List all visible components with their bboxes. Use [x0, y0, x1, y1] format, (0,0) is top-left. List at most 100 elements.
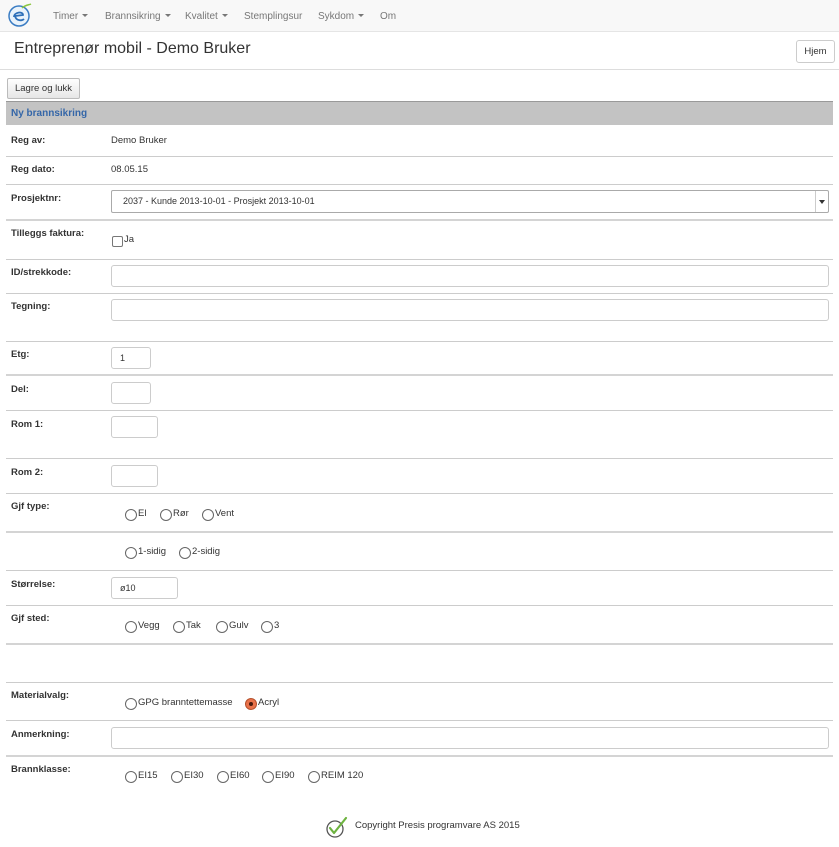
row-divider — [6, 493, 833, 494]
tegning-input[interactable] — [111, 299, 829, 321]
radio-button[interactable] — [262, 771, 274, 783]
page-title: Entreprenør mobil - Demo Bruker — [14, 40, 251, 57]
storrelse-input[interactable]: ø10 — [111, 577, 178, 599]
row-divider — [6, 570, 833, 571]
caret-down-icon — [164, 14, 171, 17]
etg-input[interactable]: 1 — [111, 347, 151, 369]
nav-label: Brannsikring — [105, 11, 161, 22]
sidig-option-1[interactable]: 1-sidig — [125, 546, 166, 560]
top-navbar: Timer Brannsikring Kvalitet Stemplingsur… — [0, 0, 839, 32]
section-header: Ny brannsikring — [6, 101, 833, 125]
gjf-type-option-ror[interactable]: Rør — [160, 508, 189, 522]
brannklasse-option-ei60[interactable]: EI60 — [217, 770, 250, 784]
radio-label: Tak — [186, 620, 201, 631]
row-divider — [6, 156, 833, 157]
brannklasse-option-ei90[interactable]: EI90 — [262, 770, 295, 784]
radio-button[interactable] — [308, 771, 320, 783]
gjf-sted-option-tak[interactable]: Tak — [173, 620, 201, 634]
prosjektnr-selected-value: 2037 - Kunde 2013-10-01 - Prosjekt 2013-… — [123, 196, 315, 206]
nav-om[interactable]: Om — [380, 11, 396, 22]
tilleggs-faktura-checkbox[interactable] — [112, 236, 123, 247]
radio-label: 1-sidig — [138, 546, 166, 557]
radio-button[interactable] — [160, 509, 172, 521]
radio-label: Gulv — [229, 620, 249, 631]
prosjektnr-select[interactable]: 2037 - Kunde 2013-10-01 - Prosjekt 2013-… — [111, 190, 829, 213]
radio-button[interactable] — [216, 621, 228, 633]
gjf-type-option-vent[interactable]: Vent — [202, 508, 234, 522]
caret-down-icon — [82, 14, 89, 17]
row-divider — [6, 219, 833, 221]
row-divider — [6, 184, 833, 185]
radio-label: EI30 — [184, 770, 204, 781]
gjf-sted-option-vegg[interactable]: Vegg — [125, 620, 160, 634]
dropdown-arrow-icon — [815, 191, 828, 212]
radio-button[interactable] — [171, 771, 183, 783]
radio-button[interactable] — [125, 698, 137, 710]
row-divider — [6, 259, 833, 260]
row-divider — [6, 682, 833, 683]
section-title: Ny brannsikring — [11, 108, 88, 119]
radio-label: Acryl — [258, 697, 280, 708]
reg-av-value: Demo Bruker — [111, 135, 167, 146]
radio-label: El — [138, 508, 147, 519]
nav-kvalitet[interactable]: Kvalitet — [185, 11, 228, 22]
materialvalg-label: Materialvalg: — [11, 690, 70, 701]
radio-label: REIM 120 — [321, 770, 364, 781]
home-button[interactable]: Hjem — [796, 40, 835, 63]
del-label: Del: — [11, 384, 29, 395]
gjf-type-label: Gjf type: — [11, 501, 50, 512]
radio-button[interactable] — [173, 621, 185, 633]
radio-button[interactable] — [217, 771, 229, 783]
gjf-sted-option-3[interactable]: 3 — [261, 620, 279, 634]
nav-brannsikring[interactable]: Brannsikring — [105, 11, 171, 22]
materialvalg-option-acryl[interactable]: Acryl — [245, 697, 279, 711]
checkmark-logo-icon — [326, 816, 348, 838]
sidig-option-2[interactable]: 2-sidig — [179, 546, 220, 560]
row-divider — [6, 531, 833, 533]
row-divider — [6, 410, 833, 411]
gjf-type-option-el[interactable]: El — [125, 508, 146, 522]
anmerkning-input[interactable] — [111, 727, 829, 749]
materialvalg-option-gpg[interactable]: GPG branntettemasse — [125, 697, 233, 711]
reg-av-label: Reg av: — [11, 135, 46, 146]
radio-button[interactable] — [125, 547, 137, 559]
app-logo-icon[interactable] — [8, 3, 32, 27]
checkbox-label: Ja — [124, 234, 135, 245]
radio-button[interactable] — [125, 621, 137, 633]
row-divider — [6, 720, 833, 721]
row-divider — [6, 293, 833, 294]
gjf-sted-option-gulv[interactable]: Gulv — [216, 620, 249, 634]
radio-label: Rør — [173, 508, 189, 519]
brannklasse-option-ei15[interactable]: EI15 — [125, 770, 158, 784]
caret-down-icon — [358, 14, 365, 17]
brannklasse-option-ei30[interactable]: EI30 — [171, 770, 204, 784]
radio-button[interactable] — [125, 509, 137, 521]
del-input[interactable] — [111, 382, 151, 404]
row-divider — [6, 605, 833, 606]
radio-label: Vent — [215, 508, 235, 519]
radio-label: EI60 — [230, 770, 250, 781]
save-and-close-button[interactable]: Lagre og lukk — [7, 78, 80, 99]
radio-button[interactable] — [179, 547, 191, 559]
rom1-input[interactable] — [111, 416, 158, 438]
nav-label: Stemplingsur — [244, 11, 303, 22]
reg-dato-label: Reg dato: — [11, 164, 55, 175]
rom2-label: Rom 2: — [11, 467, 44, 478]
row-divider — [6, 341, 833, 342]
brannklasse-option-reim120[interactable]: REIM 120 — [308, 770, 363, 784]
nav-stemplingsur[interactable]: Stemplingsur — [244, 11, 302, 22]
radio-button[interactable] — [261, 621, 273, 633]
radio-label: 2-sidig — [192, 546, 220, 557]
tegning-label: Tegning: — [11, 301, 51, 312]
radio-button[interactable] — [125, 771, 137, 783]
row-divider — [6, 755, 833, 757]
rom1-label: Rom 1: — [11, 419, 44, 430]
radio-label: EI90 — [275, 770, 295, 781]
rom2-input[interactable] — [111, 465, 158, 487]
radio-button[interactable] — [202, 509, 214, 521]
id-strekkode-input[interactable] — [111, 265, 829, 287]
nav-sykdom[interactable]: Sykdom — [318, 11, 365, 22]
radio-button-selected[interactable] — [245, 698, 257, 710]
nav-label: Kvalitet — [185, 11, 218, 22]
nav-timer[interactable]: Timer — [53, 11, 89, 22]
